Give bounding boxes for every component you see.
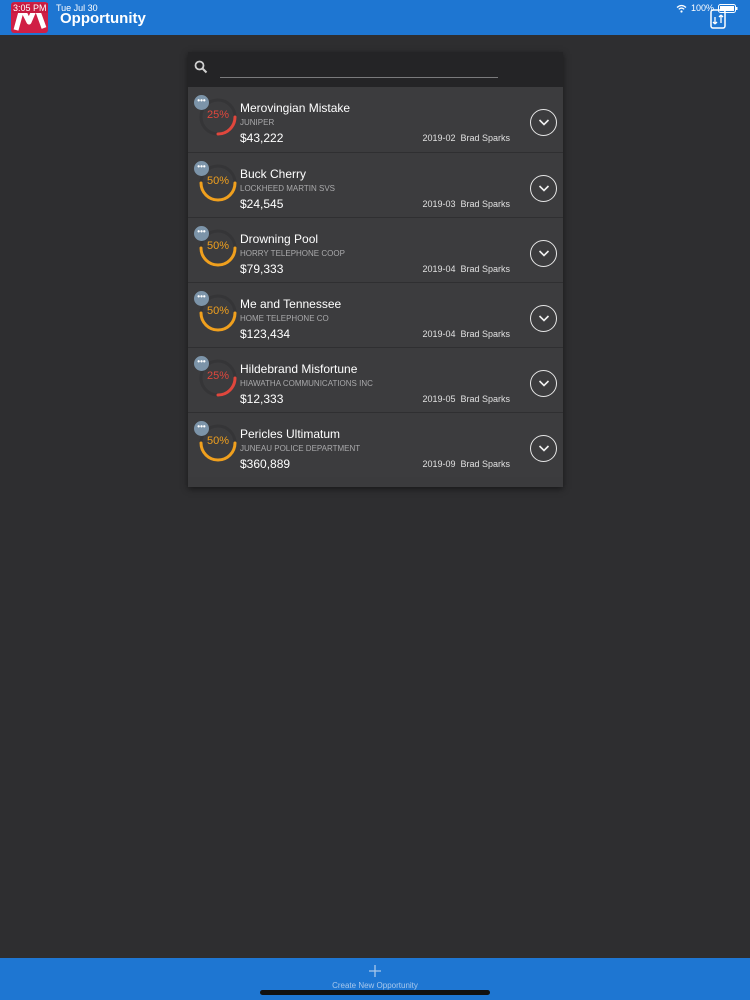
probability-label: 25% [206,370,230,382]
opportunity-list: 25% ••• Merovingian Mistake JUNIPER $43,… [188,87,563,477]
chevron-down-icon [538,315,550,322]
chevron-down-icon [538,250,550,257]
app-header: 3:05 PM Tue Jul 30 Opportunity 100% [0,0,750,35]
chevron-down-icon [538,380,550,387]
search-bar [188,52,563,87]
plus-icon [369,965,381,977]
owner-name: Brad Sparks [460,264,510,274]
opportunity-name: Merovingian Mistake [240,101,351,115]
opportunity-meta: 2019-04 Brad Sparks [422,329,510,339]
opportunity-amount: $79,333 [240,262,284,276]
probability-label: 50% [206,435,230,447]
close-period: 2019-05 [422,394,456,404]
opportunity-amount: $43,222 [240,131,284,145]
expand-row-button[interactable] [530,305,557,332]
expand-row-button[interactable] [530,370,557,397]
device-sync-icon[interactable] [710,9,726,29]
opportunity-row[interactable]: 50% ••• Buck Cherry LOCKHEED MARTIN SVS … [188,152,563,217]
more-options-icon[interactable]: ••• [194,161,209,176]
close-period: 2019-02 [422,133,456,143]
close-period: 2019-04 [422,264,456,274]
opportunity-amount: $360,889 [240,457,291,471]
more-options-icon[interactable]: ••• [194,291,209,306]
probability-label: 50% [206,305,230,317]
opportunity-meta: 2019-09 Brad Sparks [422,459,510,469]
wifi-icon [676,4,687,13]
opportunity-row[interactable]: 50% ••• Drowning Pool HORRY TELEPHONE CO… [188,217,563,282]
chevron-down-icon [538,119,550,126]
chevron-down-icon [538,445,550,452]
create-opportunity-label: Create New Opportunity [332,981,418,990]
owner-name: Brad Sparks [460,199,510,209]
probability-label: 50% [206,175,230,187]
expand-row-button[interactable] [530,435,557,462]
opportunity-meta: 2019-02 Brad Sparks [422,133,510,143]
close-period: 2019-03 [422,199,456,209]
opportunity-meta: 2019-04 Brad Sparks [422,264,510,274]
opportunity-name: Drowning Pool [240,232,319,246]
close-period: 2019-09 [422,459,456,469]
status-indicators: 100% [676,3,738,13]
more-options-icon[interactable]: ••• [194,95,209,110]
probability-label: 50% [206,240,230,252]
opportunity-list-panel: 25% ••• Merovingian Mistake JUNIPER $43,… [188,52,563,487]
owner-name: Brad Sparks [460,394,510,404]
opportunity-name: Buck Cherry [240,167,307,181]
account-name: HIAWATHA COMMUNICATIONS INC [240,379,373,388]
owner-name: Brad Sparks [460,133,510,143]
more-options-icon[interactable]: ••• [194,356,209,371]
close-period: 2019-04 [422,329,456,339]
expand-row-button[interactable] [530,240,557,267]
more-options-icon[interactable]: ••• [194,421,209,436]
account-name: JUNEAU POLICE DEPARTMENT [240,444,361,453]
opportunity-name: Me and Tennessee [240,297,342,311]
account-name: LOCKHEED MARTIN SVS [240,184,335,193]
opportunity-row[interactable]: 50% ••• Pericles Ultimatum JUNEAU POLICE… [188,412,563,477]
opportunity-amount: $12,333 [240,392,284,406]
page-title: Opportunity [60,10,146,27]
home-indicator[interactable] [260,990,490,995]
owner-name: Brad Sparks [460,329,510,339]
account-name: HOME TELEPHONE CO [240,314,329,323]
search-input[interactable] [220,60,498,78]
more-options-icon[interactable]: ••• [194,226,209,241]
opportunity-amount: $24,545 [240,197,284,211]
chevron-down-icon [538,185,550,192]
expand-row-button[interactable] [530,175,557,202]
opportunity-meta: 2019-03 Brad Sparks [422,199,510,209]
opportunity-row[interactable]: 25% ••• Hildebrand Misfortune HIAWATHA C… [188,347,563,412]
probability-label: 25% [206,109,230,121]
opportunity-name: Pericles Ultimatum [240,427,341,441]
status-time: 3:05 PM [12,3,48,13]
opportunity-row[interactable]: 50% ••• Me and Tennessee HOME TELEPHONE … [188,282,563,347]
opportunity-meta: 2019-05 Brad Sparks [422,394,510,404]
opportunity-name: Hildebrand Misfortune [240,362,358,376]
account-name: JUNIPER [240,118,275,127]
opportunity-row[interactable]: 25% ••• Merovingian Mistake JUNIPER $43,… [188,87,563,152]
search-icon [194,60,208,74]
account-name: HORRY TELEPHONE COOP [240,249,345,258]
owner-name: Brad Sparks [460,459,510,469]
opportunity-amount: $123,434 [240,327,291,341]
expand-row-button[interactable] [530,109,557,136]
